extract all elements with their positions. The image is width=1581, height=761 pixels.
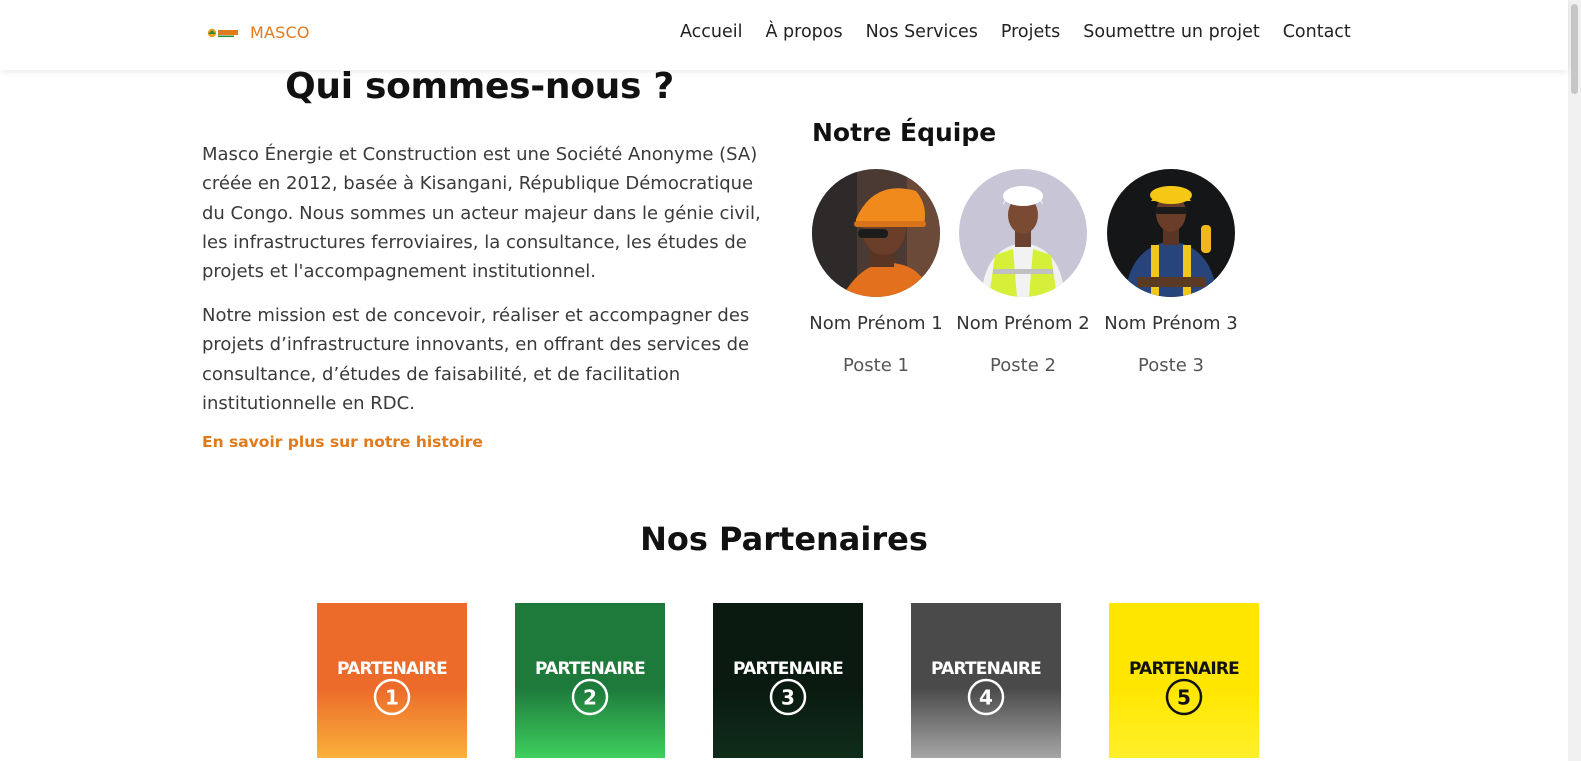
- team-member-photo-3: [1107, 169, 1235, 297]
- partner-logo[interactable]: PARTENAIRE 4: [911, 603, 1061, 758]
- team-member: Nom Prénom 3 Poste 3: [1101, 169, 1241, 376]
- partner-number: 2: [583, 686, 597, 710]
- scrollbar-thumb[interactable]: [1571, 4, 1578, 94]
- about-title: Qui sommes-nous ?: [285, 66, 674, 107]
- nav-item-contact[interactable]: Contact: [1283, 22, 1351, 42]
- main-nav: Accueil À propos Nos Services Projets So…: [680, 22, 1351, 42]
- team-member: Nom Prénom 1 Poste 1: [806, 169, 946, 376]
- team-member-name: Nom Prénom 2: [956, 313, 1090, 334]
- partner-label: PARTENAIRE: [337, 659, 447, 679]
- partner-number: 1: [385, 686, 399, 710]
- partner-number: 3: [781, 686, 795, 710]
- partner-logo[interactable]: PARTENAIRE 2: [515, 603, 665, 758]
- nav-item-nos-services[interactable]: Nos Services: [866, 22, 978, 42]
- page-scrollbar[interactable]: [1568, 0, 1581, 761]
- partner-label: PARTENAIRE: [733, 659, 843, 679]
- partner-logo[interactable]: PARTENAIRE 1: [317, 603, 467, 758]
- about-paragraph-2: Notre mission est de concevoir, réaliser…: [202, 305, 750, 414]
- team-member-role: Poste 3: [1138, 355, 1204, 376]
- about-paragraph-1: Masco Énergie et Construction est une So…: [202, 144, 761, 283]
- team-member-role: Poste 2: [990, 355, 1056, 376]
- partner-number: 5: [1177, 686, 1191, 710]
- partner-number: 4: [979, 686, 993, 710]
- team-member-name: Nom Prénom 3: [1104, 313, 1238, 334]
- team-member: Nom Prénom 2 Poste 2: [953, 169, 1093, 376]
- history-link[interactable]: En savoir plus sur notre histoire: [202, 433, 483, 451]
- partner-label: PARTENAIRE: [1129, 659, 1239, 679]
- masco-logo-icon: [207, 28, 238, 37]
- team-title: Notre Équipe: [812, 118, 997, 147]
- partners-title: Nos Partenaires: [640, 520, 928, 558]
- navbar: MASCO Accueil À propos Nos Services Proj…: [0, 0, 1568, 70]
- brand[interactable]: MASCO: [207, 23, 310, 42]
- team-member-photo-2: [959, 169, 1087, 297]
- brand-name: MASCO: [250, 23, 310, 42]
- partner-logo[interactable]: PARTENAIRE 3: [713, 603, 863, 758]
- nav-item-accueil[interactable]: Accueil: [680, 22, 743, 42]
- team-member-photo-1: [812, 169, 940, 297]
- nav-item-projets[interactable]: Projets: [1001, 22, 1060, 42]
- team-member-name: Nom Prénom 1: [809, 313, 943, 334]
- nav-item-soumettre-projet[interactable]: Soumettre un projet: [1083, 22, 1259, 42]
- partner-label: PARTENAIRE: [535, 659, 645, 679]
- partner-label: PARTENAIRE: [931, 659, 1041, 679]
- partner-logo[interactable]: PARTENAIRE 5: [1109, 603, 1259, 758]
- team-member-role: Poste 1: [843, 355, 909, 376]
- nav-item-a-propos[interactable]: À propos: [766, 22, 843, 42]
